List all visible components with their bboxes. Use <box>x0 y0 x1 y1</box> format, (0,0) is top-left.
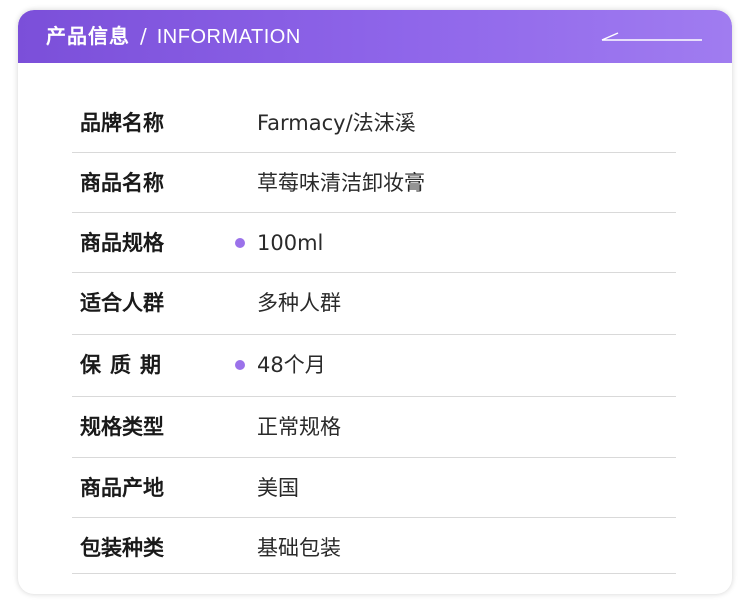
row-label: 规格类型 <box>80 415 164 439</box>
row-label: 保质期 <box>80 353 170 377</box>
row-value: 多种人群 <box>257 291 341 315</box>
arrow-line-icon <box>601 32 702 41</box>
header-title-zh: 产品信息 <box>46 24 130 48</box>
table-row: 商品名称 草莓味清洁卸妆膏 <box>72 153 676 213</box>
row-label: 品牌名称 <box>80 111 164 135</box>
row-label: 商品产地 <box>80 476 164 500</box>
table-row: 商品规格 100ml <box>72 213 676 273</box>
product-info-card: 产品信息 / INFORMATION 品牌名称 Farmacy/法沫溪 商品名称 草… <box>18 10 732 594</box>
header-title-en: INFORMATION <box>156 26 301 48</box>
header-title: 产品信息 / INFORMATION <box>46 10 301 63</box>
table-row: 品牌名称 Farmacy/法沫溪 <box>72 93 676 153</box>
table-row: 包装种类 基础包装 <box>72 518 676 574</box>
card-header: 产品信息 / INFORMATION <box>18 10 732 63</box>
row-value: 48个月 <box>257 353 326 377</box>
bullet-dot-icon <box>235 360 245 370</box>
bullet-dot-icon <box>235 238 245 248</box>
table-row: 适合人群 多种人群 <box>72 273 676 335</box>
row-label: 适合人群 <box>80 291 164 315</box>
header-separator: / <box>140 24 147 48</box>
row-value: 草莓味清洁卸妆膏 <box>257 171 425 195</box>
table-row: 保质期 48个月 <box>72 335 676 397</box>
row-value: 基础包装 <box>257 536 341 560</box>
row-value: Farmacy/法沫溪 <box>257 111 416 135</box>
row-label: 商品名称 <box>80 171 164 195</box>
info-table: 品牌名称 Farmacy/法沫溪 商品名称 草莓味清洁卸妆膏 商品规格 100m… <box>72 93 676 574</box>
table-row: 规格类型 正常规格 <box>72 397 676 458</box>
row-label: 商品规格 <box>80 231 164 255</box>
row-value: 正常规格 <box>257 415 341 439</box>
row-label: 包装种类 <box>80 536 164 560</box>
row-value: 美国 <box>257 476 299 500</box>
row-value: 100ml <box>257 231 324 255</box>
table-row: 商品产地 美国 <box>72 458 676 518</box>
